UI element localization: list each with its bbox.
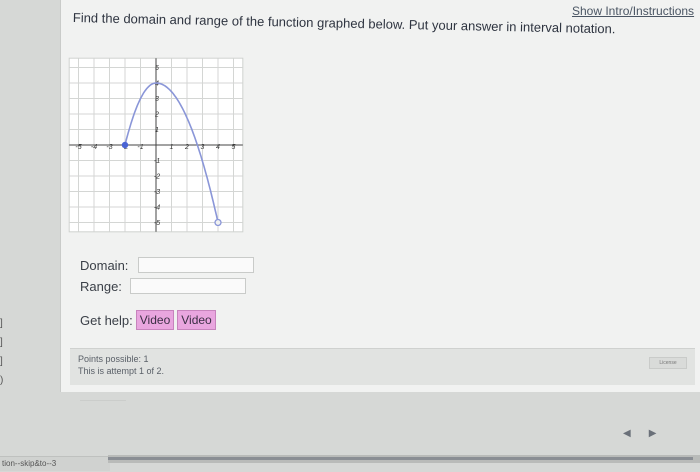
status-bar-text: tion--skip&to--3 xyxy=(0,456,110,471)
left-mark: ) xyxy=(0,375,4,386)
x-tick-label: -3 xyxy=(106,144,112,151)
get-help: Get help: Video Video xyxy=(80,310,216,330)
y-tick-label: 3 xyxy=(155,96,159,103)
divider xyxy=(80,400,126,401)
left-mark: ] xyxy=(0,318,3,329)
range-label: Range: xyxy=(80,279,122,294)
y-tick-label: -3 xyxy=(154,189,160,196)
domain-input[interactable] xyxy=(138,257,254,273)
function-graph: -5-4-3-2-11234554321-1-2-3-4-5 xyxy=(68,57,244,233)
license-button[interactable]: License xyxy=(649,357,687,369)
x-tick-label: -1 xyxy=(137,144,143,151)
x-tick-label: 1 xyxy=(170,144,174,151)
points-possible: Points possible: 1 xyxy=(78,354,149,364)
x-tick-label: 2 xyxy=(184,144,189,151)
x-tick-label: 3 xyxy=(201,144,205,151)
show-intro-link[interactable]: Show Intro/Instructions xyxy=(572,4,694,18)
get-help-label: Get help: xyxy=(80,312,133,328)
y-tick-label: -2 xyxy=(154,174,160,181)
left-mark: ] xyxy=(0,356,3,367)
y-tick-label: -5 xyxy=(154,220,160,227)
horizontal-scrollbar[interactable] xyxy=(108,455,700,463)
x-tick-label: -5 xyxy=(75,144,81,151)
domain-label: Domain: xyxy=(80,258,129,273)
x-tick-label: 5 xyxy=(232,144,236,151)
left-mark: ] xyxy=(0,337,3,348)
prev-arrow-icon[interactable]: ◀ xyxy=(623,428,631,439)
range-row: Range: xyxy=(80,278,246,294)
y-tick-label: 1 xyxy=(155,127,159,134)
domain-row: Domain: xyxy=(80,257,254,273)
y-tick-label: -4 xyxy=(154,205,160,212)
nav-arrows: ◀ ▶ xyxy=(623,428,656,439)
video-button-1[interactable]: Video xyxy=(135,310,175,330)
open-endpoint xyxy=(214,218,222,227)
attempt-info: This is attempt 1 of 2. xyxy=(78,366,165,376)
next-arrow-icon[interactable]: ▶ xyxy=(649,428,657,439)
y-tick-label: -1 xyxy=(154,158,160,165)
x-tick-label: -4 xyxy=(91,144,97,151)
y-tick-label: 2 xyxy=(154,112,159,119)
y-tick-label: 5 xyxy=(155,65,159,72)
video-button-2[interactable]: Video xyxy=(177,310,216,330)
left-edge-marks: ] ] ] ) xyxy=(0,318,3,394)
x-tick-label: 4 xyxy=(216,144,220,151)
scrollbar-thumb[interactable] xyxy=(108,457,693,460)
range-input[interactable] xyxy=(130,278,246,294)
closed-endpoint xyxy=(121,141,129,149)
points-panel: Points possible: 1 This is attempt 1 of … xyxy=(70,348,695,385)
